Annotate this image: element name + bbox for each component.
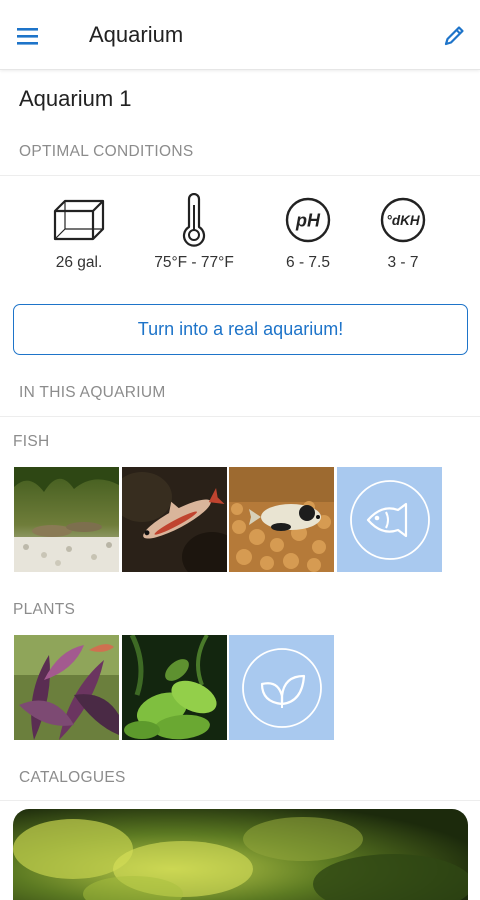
add-fish-tile[interactable] — [337, 467, 442, 572]
fish-photo-tetra[interactable] — [229, 467, 334, 572]
plant-photo-purple-leaves[interactable] — [14, 635, 119, 740]
ph-icon-text: pH — [295, 211, 321, 231]
condition-value: 3 - 7 — [387, 254, 419, 271]
catalogues-heading: CATALOGUES — [19, 769, 126, 786]
condition-volume: 26 gal. — [24, 192, 134, 272]
condition-ph: pH 6 - 7.5 — [253, 192, 363, 272]
plants-heading: PLANTS — [13, 601, 76, 618]
divider — [0, 175, 480, 176]
condition-value: 26 gal. — [55, 254, 103, 271]
condition-dkh: °dKH 3 - 7 — [348, 192, 458, 272]
fish-photo-rasbora[interactable] — [122, 467, 227, 572]
divider — [0, 800, 480, 801]
condition-value: 75°F - 77°F — [154, 254, 234, 271]
divider — [0, 416, 480, 417]
thermometer-icon — [139, 192, 249, 248]
pencil-icon[interactable] — [438, 20, 470, 52]
condition-temperature: 75°F - 77°F — [139, 192, 249, 272]
aquarium-name: Aquarium 1 — [19, 86, 132, 111]
app-title: Aquarium — [89, 22, 184, 47]
in-this-aquarium-heading: IN THIS AQUARIUM — [19, 384, 166, 401]
hamburger-menu-icon[interactable] — [12, 20, 44, 52]
dkh-icon-text: °dKH — [386, 213, 419, 228]
fish-heading: FISH — [13, 433, 50, 450]
app-bar: Aquarium — [0, 0, 480, 70]
plant-photo-green-leaves[interactable] — [122, 635, 227, 740]
tank-icon — [24, 192, 134, 248]
fish-outline-icon — [349, 479, 430, 560]
leaf-outline-icon — [241, 647, 322, 728]
catalogue-card[interactable] — [13, 809, 468, 900]
dkh-icon: °dKH — [348, 192, 458, 248]
turn-into-real-aquarium-button[interactable]: Turn into a real aquarium! — [13, 304, 468, 355]
optimal-conditions-heading: OPTIMAL CONDITIONS — [19, 143, 194, 160]
ph-icon: pH — [253, 192, 363, 248]
add-plant-tile[interactable] — [229, 635, 334, 740]
fish-photo-corydoras[interactable] — [14, 467, 119, 572]
condition-value: 6 - 7.5 — [286, 254, 330, 271]
